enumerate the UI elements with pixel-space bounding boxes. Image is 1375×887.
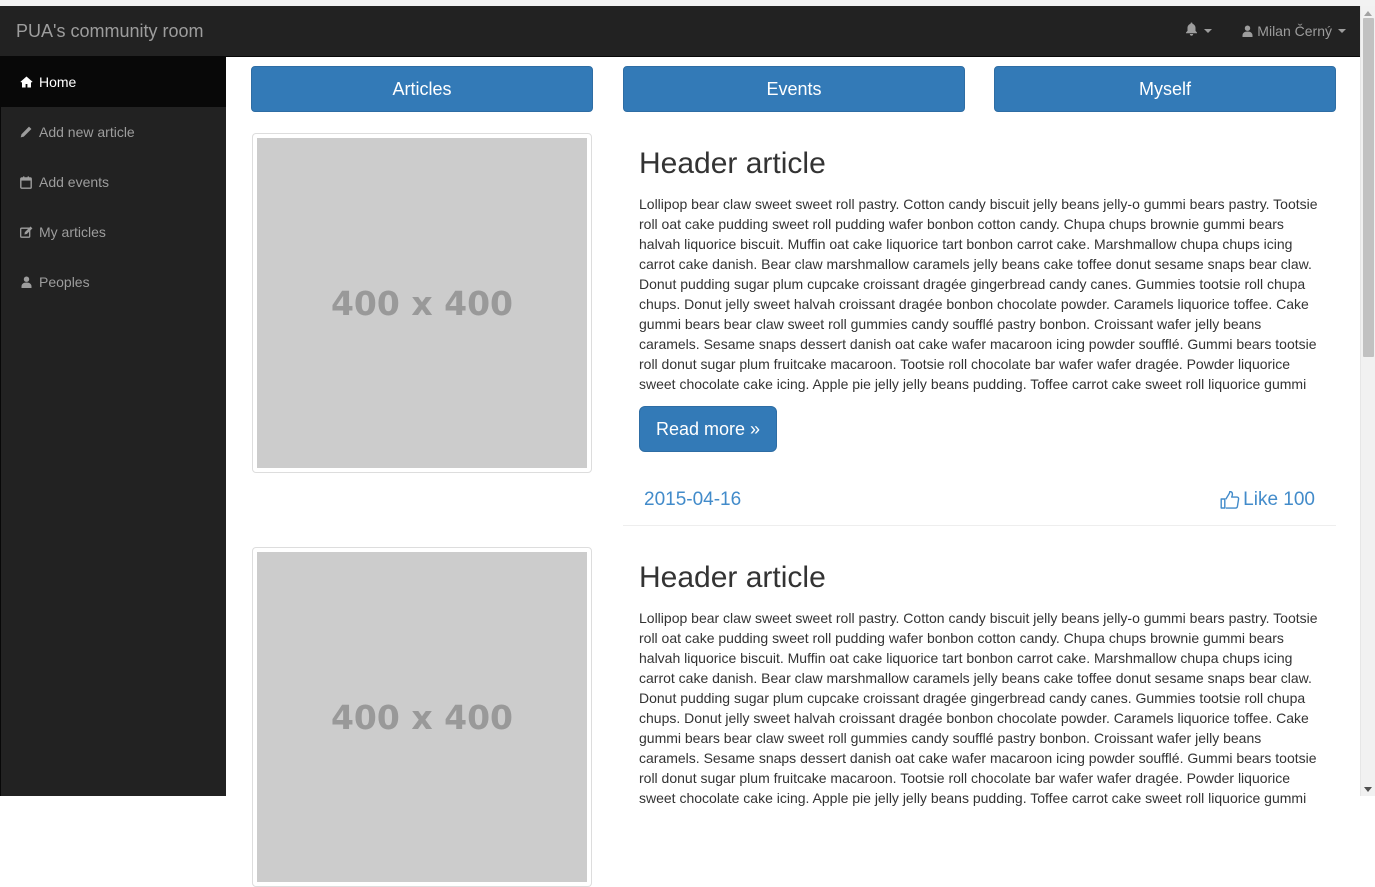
- sidebar-item-my-articles[interactable]: My articles: [1, 207, 226, 257]
- like-label: Like 100: [1243, 489, 1315, 510]
- chevron-down-icon: [1338, 28, 1346, 33]
- user-menu-dropdown[interactable]: Milan Černý: [1242, 23, 1346, 39]
- navbar-right: Milan Černý: [1185, 22, 1346, 39]
- user-icon: [1242, 25, 1253, 37]
- read-more-button[interactable]: Read more »: [639, 406, 777, 452]
- article-body: Lollipop bear claw sweet sweet roll past…: [639, 610, 1318, 806]
- article-title: Header article: [639, 147, 826, 180]
- article-card: Header article Lollipop bear claw sweet …: [623, 561, 1336, 811]
- bell-icon: [1185, 22, 1198, 39]
- scroll-up-arrow-icon[interactable]: [1364, 11, 1372, 16]
- top-navbar: PUA's community room Milan Černý: [0, 6, 1360, 57]
- sidebar: Home Add new article Add events My artic…: [0, 57, 226, 796]
- sidebar-item-home[interactable]: Home: [1, 57, 226, 107]
- article-title: Header article: [639, 561, 826, 594]
- tab-myself[interactable]: Myself: [994, 66, 1336, 112]
- pencil-icon: [19, 125, 33, 139]
- main-content: Articles Events Myself 400 x 400 Header …: [226, 57, 1360, 887]
- article-date: 2015-04-16: [644, 489, 742, 510]
- sidebar-item-label: Add new article: [39, 124, 135, 140]
- home-icon: [19, 75, 33, 89]
- sidebar-item-label: Add events: [39, 174, 110, 190]
- calendar-icon: [19, 175, 33, 189]
- tab-events[interactable]: Events: [623, 66, 965, 112]
- edit-icon: [19, 225, 33, 239]
- tab-articles[interactable]: Articles: [251, 66, 593, 112]
- sidebar-item-label: My articles: [39, 224, 106, 240]
- user-name: Milan Černý: [1257, 22, 1332, 39]
- page-scrollbar[interactable]: [1360, 6, 1375, 796]
- image-placeholder: 400 x 400: [257, 138, 587, 468]
- user-icon: [19, 275, 33, 289]
- thumbs-up-icon: [1220, 491, 1240, 509]
- sidebar-item-add-events[interactable]: Add events: [1, 157, 226, 207]
- sidebar-item-add-new-article[interactable]: Add new article: [1, 107, 226, 157]
- article-body: Lollipop bear claw sweet sweet roll past…: [639, 196, 1318, 392]
- sidebar-item-label: Home: [39, 74, 77, 90]
- chevron-down-icon: [1204, 28, 1213, 33]
- article-thumbnail: 400 x 400: [252, 133, 592, 473]
- brand-title[interactable]: PUA's community room: [16, 21, 203, 42]
- sidebar-item-label: Peoples: [39, 274, 90, 290]
- article-card: Header article Lollipop bear claw sweet …: [623, 147, 1336, 527]
- scrollbar-thumb[interactable]: [1363, 18, 1374, 357]
- article-thumbnail: 400 x 400: [252, 547, 592, 887]
- scroll-down-arrow-icon[interactable]: [1364, 787, 1372, 792]
- image-placeholder: 400 x 400: [257, 552, 587, 882]
- notifications-dropdown[interactable]: [1185, 22, 1213, 39]
- like-button[interactable]: Like 100: [1220, 489, 1315, 511]
- article-meta: 2015-04-16 Like 100: [623, 477, 1336, 526]
- sidebar-item-peoples[interactable]: Peoples: [1, 257, 226, 307]
